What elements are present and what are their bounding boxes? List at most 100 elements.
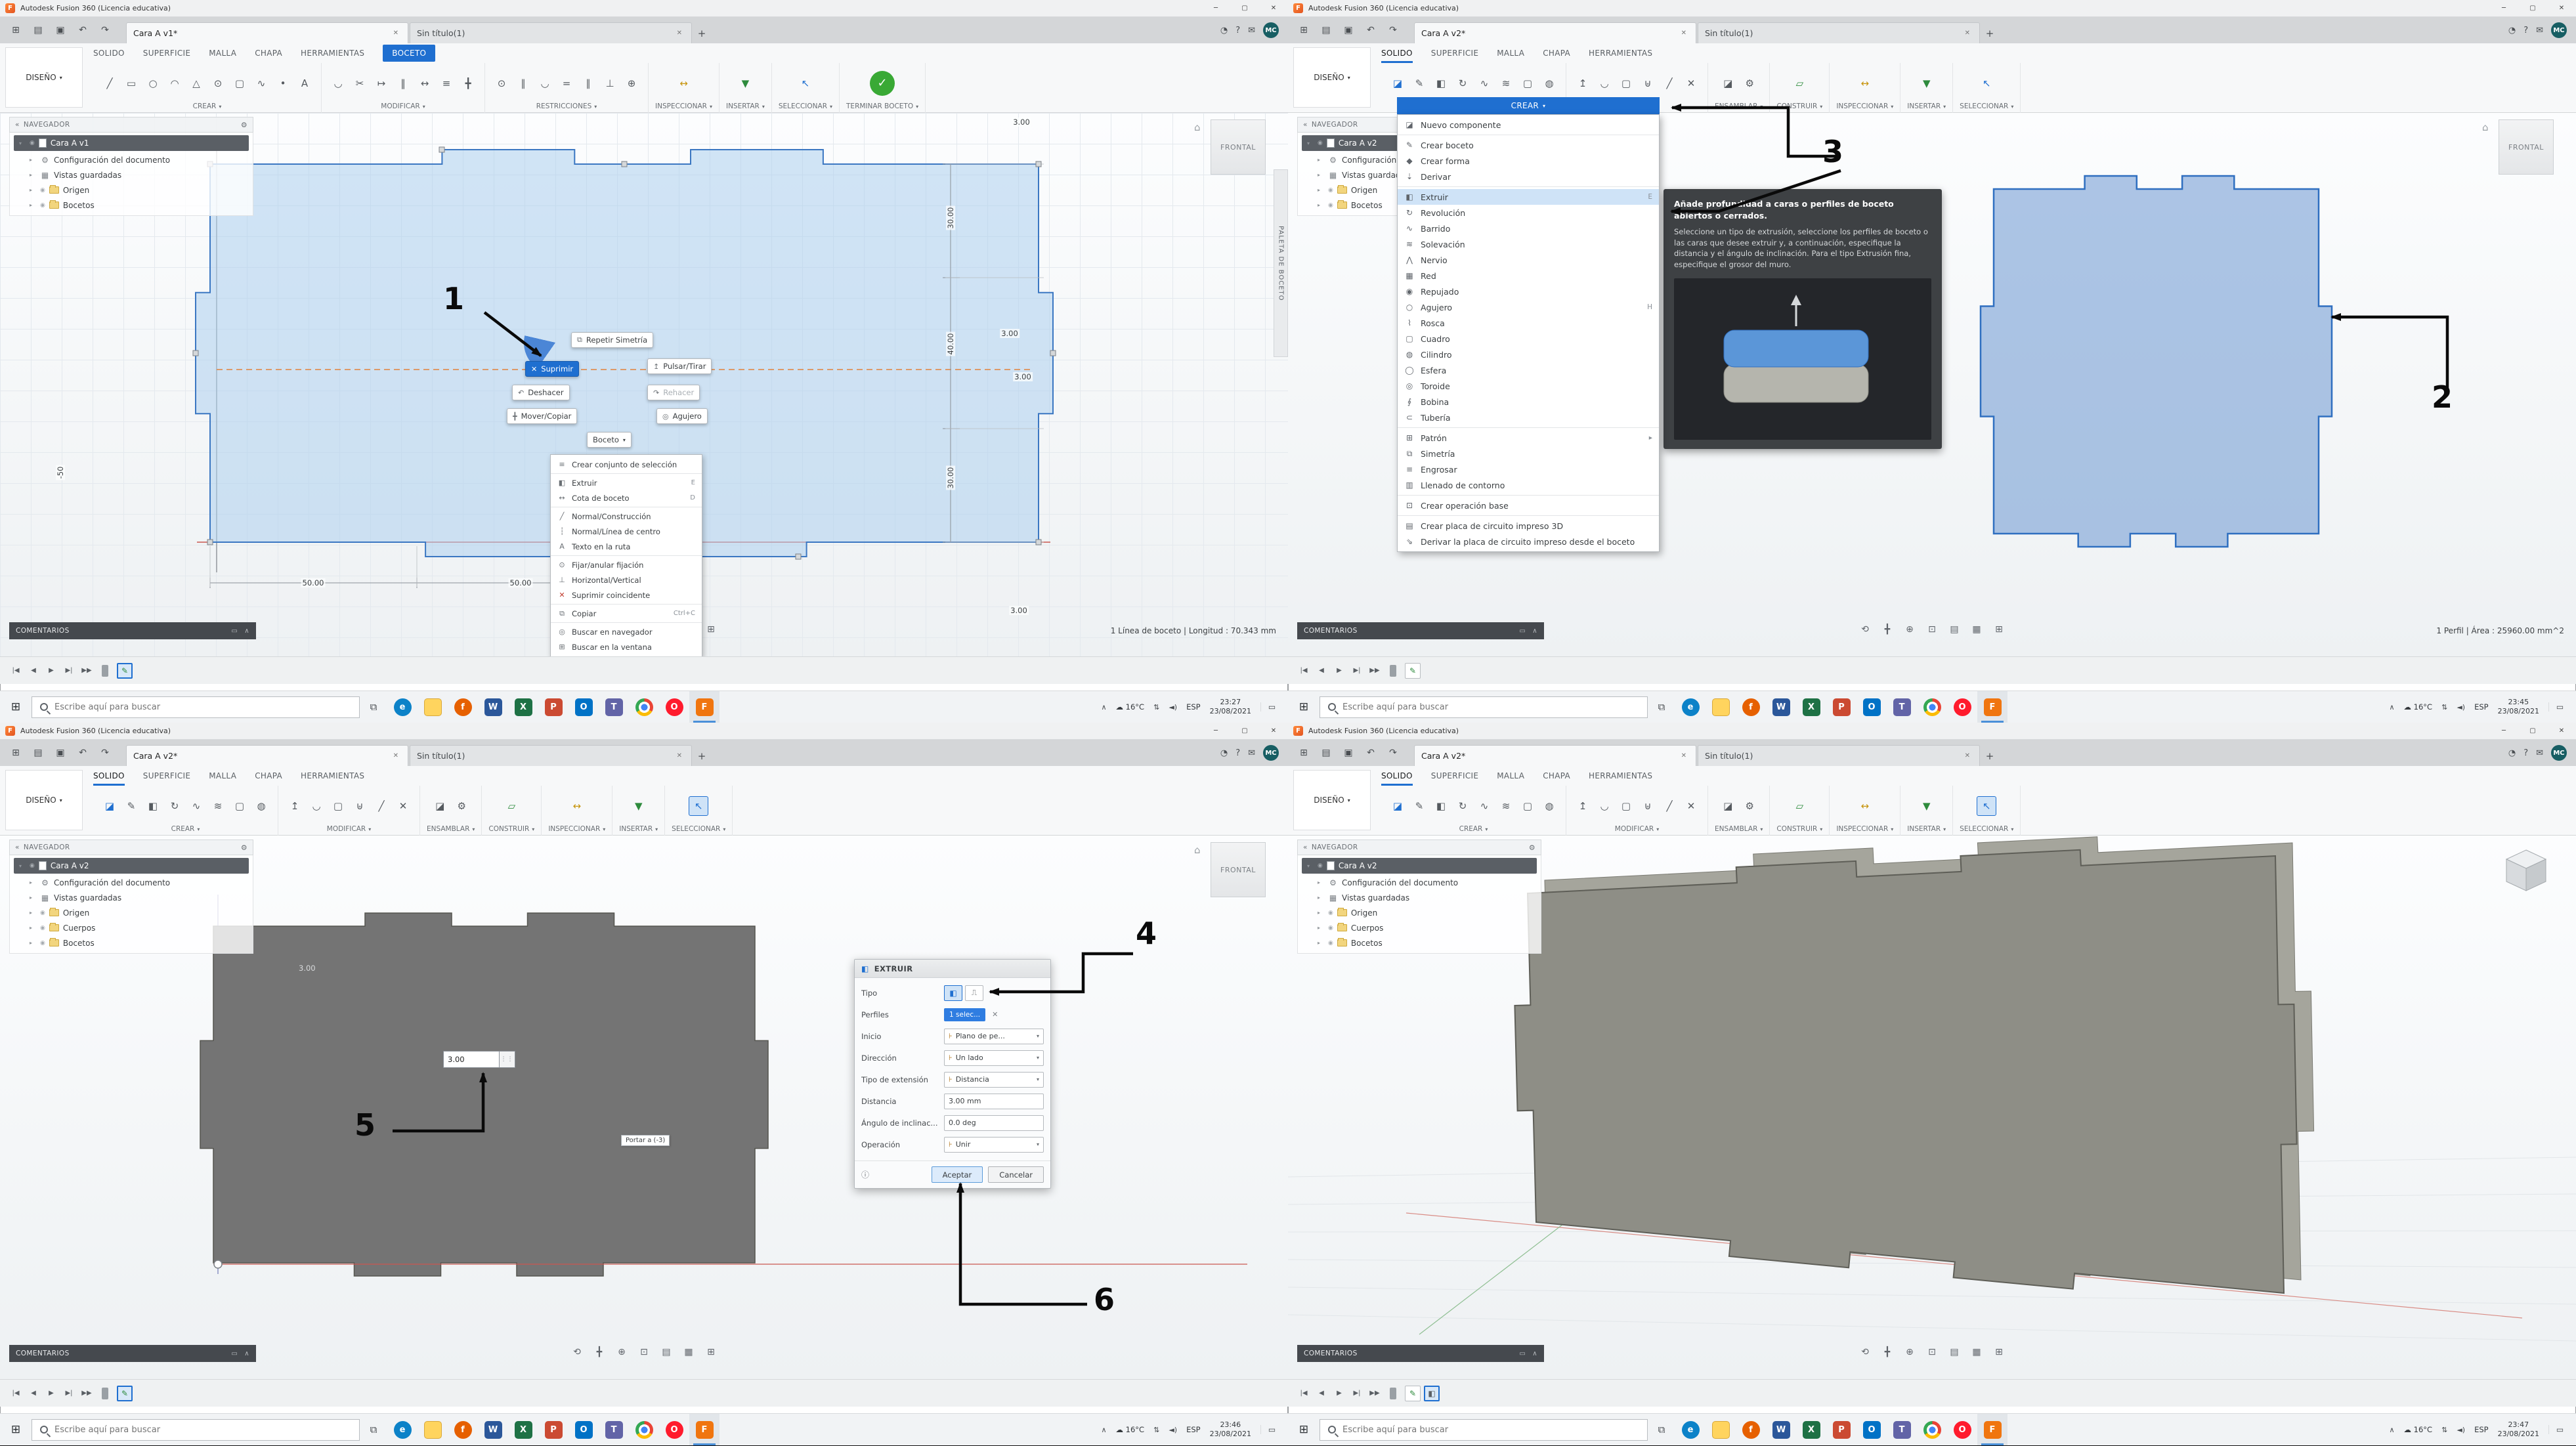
ribbon-group-label[interactable]: MODIFICAR▾ xyxy=(328,100,478,112)
ribbon-tab-solido[interactable]: SOLIDO xyxy=(93,43,125,63)
taskbar-clock[interactable]: 23:47 23/08/2021 xyxy=(2498,1420,2539,1439)
taskbar-clock[interactable]: 23:45 23/08/2021 xyxy=(2498,698,2539,716)
taskbar-app-teams[interactable]: T xyxy=(599,1414,629,1445)
new-component-icon[interactable]: ◪ xyxy=(1388,74,1407,93)
menu-item-derivar[interactable]: ⇘ Derivar la placa de circuito impreso de… xyxy=(1398,534,1659,549)
browser-item[interactable]: ▸ ◉ Origen xyxy=(10,182,253,198)
job-status-icon[interactable]: ◔ xyxy=(1220,748,1228,758)
play-button[interactable]: ▶ xyxy=(43,1386,59,1401)
save-icon[interactable]: ▣ xyxy=(1338,743,1359,763)
taskbar-app-outlook[interactable]: O xyxy=(569,691,599,723)
taskbar-search[interactable] xyxy=(1320,696,1648,718)
insert-mesh-icon[interactable]: ▼ xyxy=(629,796,649,816)
deshacer-button[interactable]: ↶ Deshacer xyxy=(512,385,570,400)
tray-chevron-icon[interactable]: ∧ xyxy=(1101,1426,1106,1434)
fit-icon[interactable]: ⊡ xyxy=(1923,1344,1941,1361)
visibility-icon[interactable]: ◉ xyxy=(40,187,45,194)
go-to-start-button[interactable]: |◀ xyxy=(8,1386,24,1401)
context-menu-item[interactable]: ✕ Suprimir coincidente xyxy=(551,587,702,603)
joint-icon[interactable]: ⚙ xyxy=(452,796,471,816)
context-menu-item[interactable]: ⊞ Buscar en la ventana xyxy=(551,639,702,654)
chevron-icon[interactable]: ▸ xyxy=(1318,202,1324,208)
visibility-icon[interactable]: ◉ xyxy=(1328,940,1333,946)
ribbon-group-label[interactable]: INSPECCIONAR ▾ xyxy=(1836,100,1893,112)
taskbar-app-chrome[interactable] xyxy=(629,1414,659,1445)
extrude-type-solid-button[interactable]: ◧ xyxy=(944,985,962,1001)
network-icon[interactable]: ⇅ xyxy=(1153,1426,1159,1434)
create-sketch-icon[interactable]: ✎ xyxy=(1409,74,1429,93)
task-view-icon[interactable]: ⧉ xyxy=(1648,691,1675,723)
combine-icon[interactable]: ⊎ xyxy=(1638,796,1658,816)
context-menu-item[interactable]: ⊙ Fijar/anular fijación xyxy=(551,557,702,572)
split-body-icon[interactable]: ╱ xyxy=(1660,796,1679,816)
sweep-icon[interactable]: ∿ xyxy=(1474,74,1494,93)
rehacer-button[interactable]: ↷ Rehacer xyxy=(647,385,700,400)
document-tab[interactable]: Cara A v2* ✕ xyxy=(1414,22,1696,43)
circle-icon[interactable]: ○ xyxy=(143,74,163,93)
loft-icon[interactable]: ≋ xyxy=(208,796,228,816)
browser-item[interactable]: ▸ ⚙ Configuración del documento xyxy=(10,152,253,167)
select-icon[interactable]: ↖ xyxy=(1977,796,1997,816)
app-grid-icon[interactable]: ⊞ xyxy=(1293,20,1314,40)
maximize-button[interactable]: ▢ xyxy=(2518,723,2547,739)
taskbar-clock[interactable]: 23:46 23/08/2021 xyxy=(1210,1420,1251,1439)
undo-icon[interactable]: ↶ xyxy=(1360,743,1381,763)
document-tab[interactable]: Sin título(1) ✕ xyxy=(410,22,692,43)
display-settings-icon[interactable]: ▤ xyxy=(1946,621,1963,638)
press-pull-icon[interactable]: ↥ xyxy=(1573,74,1593,93)
distance-value-box[interactable]: ⋮⋮ xyxy=(443,1051,515,1068)
taskbar-app-fusion-360[interactable]: F xyxy=(689,1414,719,1445)
ribbon-group-label[interactable]: SELECCIONAR ▾ xyxy=(1960,823,2013,834)
redo-icon[interactable]: ↷ xyxy=(95,20,116,40)
app-grid-icon[interactable]: ⊞ xyxy=(1293,743,1314,763)
browser-item[interactable]: ▸ ◉ Bocetos xyxy=(1298,935,1541,950)
sketch-feature[interactable]: ✎ xyxy=(117,662,133,679)
visibility-icon[interactable]: ◉ xyxy=(40,202,45,209)
ribbon-tab-chapa[interactable]: CHAPA xyxy=(1543,43,1570,63)
context-menu-item[interactable]: ⊥ Horizontal/Vertical xyxy=(551,572,702,587)
viewcube[interactable]: ⌂ FRONTAL xyxy=(1194,119,1266,175)
ribbon-tab-malla[interactable]: MALLA xyxy=(1497,766,1524,786)
zoom-icon[interactable]: ⊕ xyxy=(613,1344,630,1361)
help-icon[interactable]: ? xyxy=(2523,748,2528,758)
new-component-icon[interactable]: ◪ xyxy=(430,796,450,816)
browser-root-item[interactable]: ▾ ◉ Cara A v2 xyxy=(1302,858,1537,874)
extrude-feature[interactable]: ◧ xyxy=(1424,1385,1440,1401)
document-tab[interactable]: Cara A v2* ✕ xyxy=(1414,745,1696,766)
create-sketch-icon[interactable]: ✎ xyxy=(121,796,141,816)
start-button[interactable]: ⊞ xyxy=(0,1414,32,1445)
context-menu-item[interactable]: ↔ Cota de boceto D xyxy=(551,490,702,505)
taskbar-app-chrome[interactable] xyxy=(1917,691,1947,723)
avatar[interactable]: MC xyxy=(2551,22,2567,38)
keyboard-language[interactable]: ESP xyxy=(2474,702,2489,712)
ribbon-tab-superficie[interactable]: SUPERFICIE xyxy=(143,43,191,63)
chevron-icon[interactable]: ▸ xyxy=(1318,187,1324,193)
browser-root-item[interactable]: ▾ ◉ Cara A v1 xyxy=(14,135,249,151)
pulsar-button[interactable]: ↥ Pulsar/Tirar xyxy=(647,358,712,374)
ribbon-group-label[interactable]: CREAR▾ xyxy=(100,100,314,112)
visibility-icon[interactable]: ◉ xyxy=(30,140,35,146)
orbit-icon[interactable]: ⟲ xyxy=(569,1344,586,1361)
taskbar-app-word[interactable]: W xyxy=(478,1414,508,1445)
ribbon-group-label[interactable]: SELECCIONAR ▾ xyxy=(672,823,725,834)
viewcube[interactable] xyxy=(2499,842,2554,900)
menu-item-nervio[interactable]: ⋀ Nervio xyxy=(1398,252,1659,268)
pan-icon[interactable]: ╋ xyxy=(591,1344,608,1361)
ribbon-tab-herramientas[interactable]: HERRAMIENTAS xyxy=(1589,43,1652,63)
clear-selection-icon[interactable]: ✕ xyxy=(992,1010,998,1019)
gear-icon[interactable]: ⚙ xyxy=(1529,843,1535,852)
chevron-icon[interactable]: ▸ xyxy=(1318,880,1324,885)
taskbar-app-fusion-360[interactable]: F xyxy=(689,691,719,723)
extrude-icon[interactable]: ◧ xyxy=(1431,74,1451,93)
taskbar-app-explorer[interactable] xyxy=(1706,1414,1736,1445)
comment-bubble-icon[interactable]: ▭ xyxy=(1519,1350,1526,1357)
undo-icon[interactable]: ↶ xyxy=(72,743,93,763)
avatar[interactable]: MC xyxy=(1263,22,1279,38)
taskbar-app-teams[interactable]: T xyxy=(1887,1414,1917,1445)
box-icon[interactable]: ▢ xyxy=(1518,74,1537,93)
go-to-start-button[interactable]: |◀ xyxy=(1296,664,1312,678)
taskbar-app-fusion-360[interactable]: F xyxy=(1977,691,2007,723)
tray-chevron-icon[interactable]: ∧ xyxy=(2389,1426,2394,1434)
visibility-icon[interactable]: ◉ xyxy=(1328,187,1333,194)
taskbar-app-excel[interactable]: X xyxy=(508,691,538,723)
